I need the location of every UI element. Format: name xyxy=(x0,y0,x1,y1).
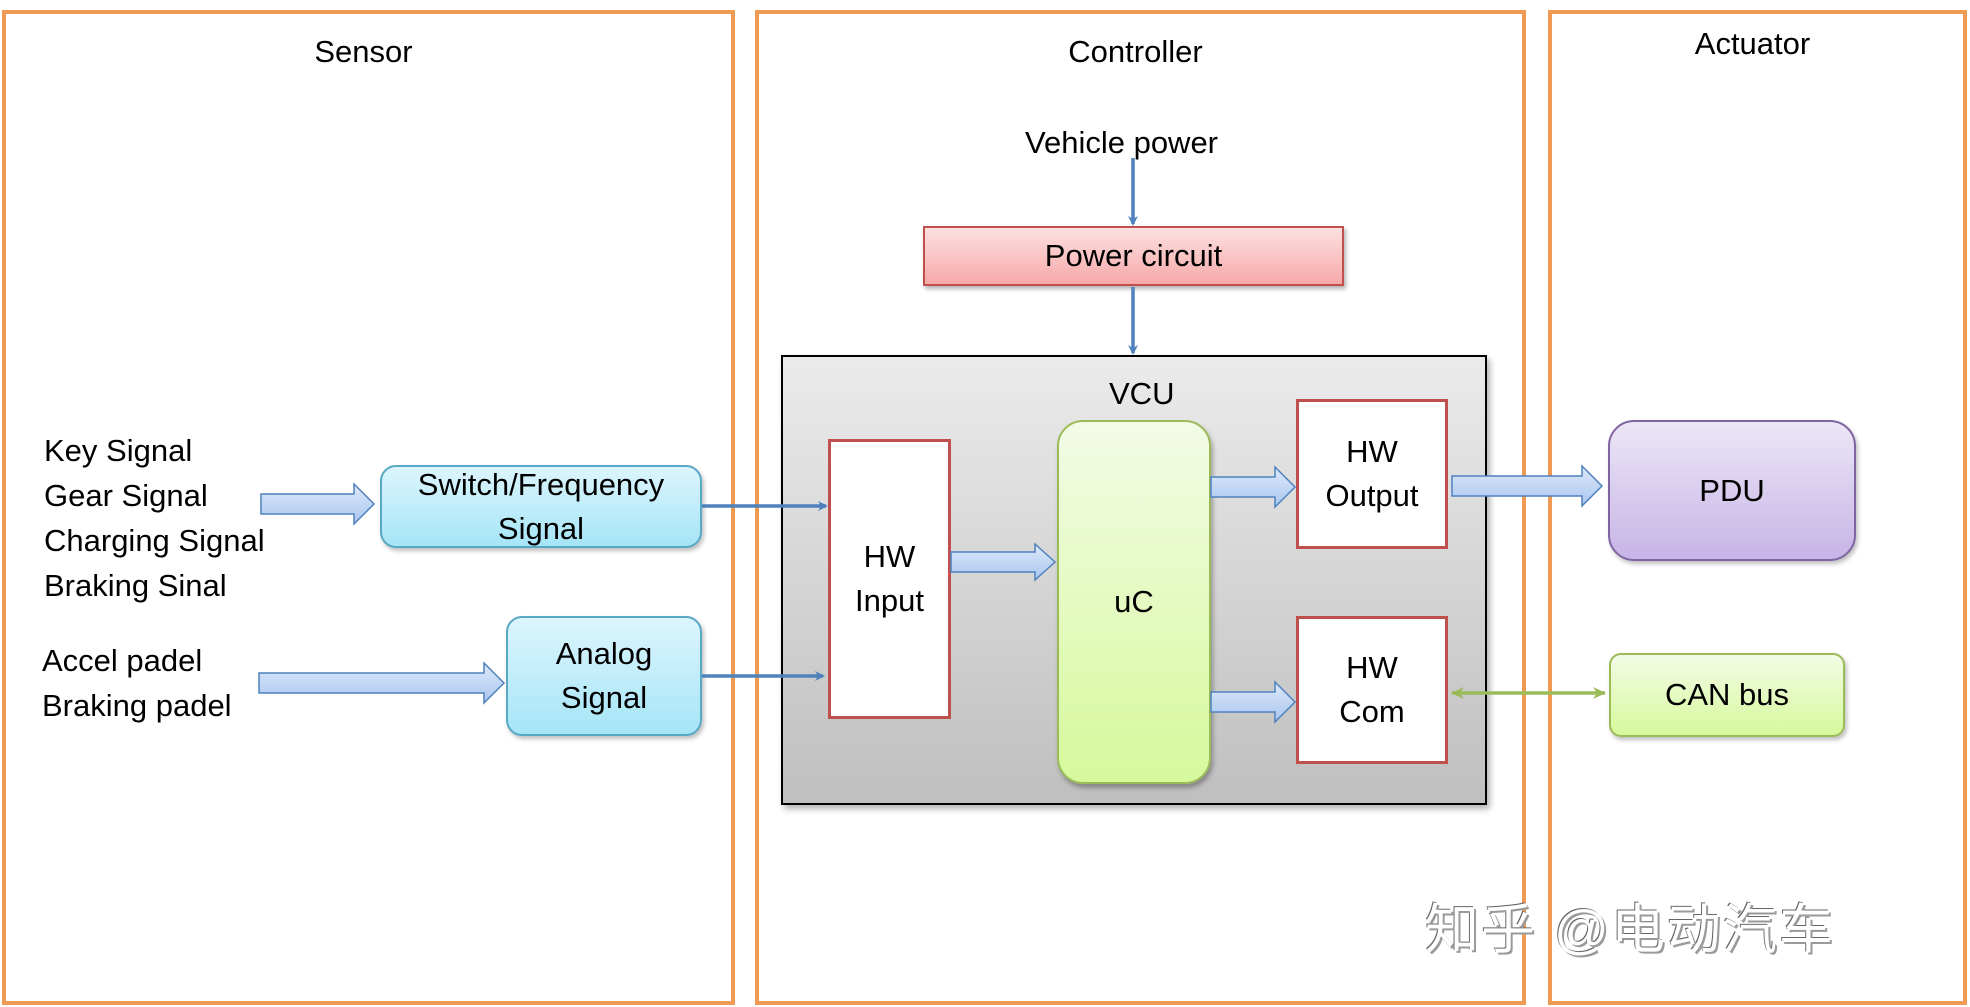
pdu-box: PDU xyxy=(1608,420,1856,561)
power-circuit-box: Power circuit xyxy=(923,226,1344,286)
hw-com-box: HW Com xyxy=(1296,616,1448,764)
digital-input-label: Braking Sinal xyxy=(44,568,227,603)
digital-input-label: Key Signal xyxy=(44,433,193,468)
switch-frequency-line2: Signal xyxy=(497,510,585,546)
switch-frequency-line1: Switch/Frequency xyxy=(417,466,665,502)
digital-input-label: Charging Signal xyxy=(44,523,265,558)
hw-output-line2: Output xyxy=(1325,478,1419,513)
uc-box: uC xyxy=(1057,420,1211,784)
controller-panel-title: Controller xyxy=(1068,34,1203,69)
digital-inputs-list: Key Signal Gear Signal Charging Signal B… xyxy=(44,428,265,608)
analog-inputs-list: Accel padel Braking padel xyxy=(42,638,232,728)
hw-com-line2: Com xyxy=(1339,694,1405,729)
hw-output-line1: HW xyxy=(1346,434,1398,469)
sensor-panel-title: Sensor xyxy=(314,34,413,69)
digital-input-label: Gear Signal xyxy=(44,478,208,513)
hw-com-line1: HW xyxy=(1346,650,1398,685)
analog-box-line2: Signal xyxy=(560,680,648,715)
vehicle-power-label: Vehicle power xyxy=(1025,125,1219,160)
can-bus-box: CAN bus xyxy=(1609,653,1845,737)
analog-signal-box: Analog Signal xyxy=(506,616,702,736)
hw-input-line1: HW xyxy=(863,539,916,574)
analog-input-label: Braking padel xyxy=(42,688,232,723)
hw-input-line2: Input xyxy=(855,583,924,618)
switch-frequency-signal-box: Switch/Frequency Signal xyxy=(380,465,702,548)
vcu-title: VCU xyxy=(1109,376,1175,411)
analog-input-label: Accel padel xyxy=(42,643,203,678)
watermark: 知乎 @电动汽车 xyxy=(1425,900,1835,960)
hw-input-box: HW Input xyxy=(828,439,951,719)
actuator-panel-title: Actuator xyxy=(1694,26,1811,61)
analog-box-line1: Analog xyxy=(555,636,653,671)
hw-output-box: HW Output xyxy=(1296,399,1448,549)
